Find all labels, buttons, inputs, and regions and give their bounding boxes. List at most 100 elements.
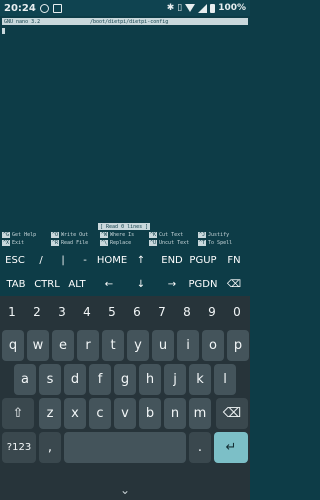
screen: 20:24 ✱ ▯ 100% GNU nano 3.2 /boot/dietpi… xyxy=(0,0,250,500)
nano-title-bar: GNU nano 3.2 /boot/dietpi/dietpi-config xyxy=(2,18,248,25)
key-k[interactable]: k xyxy=(189,364,211,395)
shortcut-where-is: ^W Where Is xyxy=(100,231,135,238)
key-1[interactable]: 1 xyxy=(1,296,23,327)
key-n[interactable]: n xyxy=(164,398,186,429)
shortcut-cut-text: ^K Cut Text xyxy=(149,231,184,238)
text-cursor xyxy=(2,28,5,34)
key-4[interactable]: 4 xyxy=(76,296,98,327)
key-p[interactable]: p xyxy=(227,330,249,361)
key-b[interactable]: b xyxy=(139,398,161,429)
period-key[interactable]: . xyxy=(189,432,211,463)
battery-icon xyxy=(210,3,216,13)
enter-key[interactable]: ↵ xyxy=(214,432,248,463)
space-bar[interactable] xyxy=(64,432,186,463)
key-w[interactable]: w xyxy=(27,330,49,361)
ctrl-key[interactable]: CTRL xyxy=(32,272,62,296)
status-bar: 20:24 ✱ ▯ 100% xyxy=(0,0,250,16)
end-key[interactable]: END xyxy=(158,248,186,272)
nano-shortcut-bar: ^G Get Help ^O Write Out ^W Where Is ^K Cut … xyxy=(2,231,248,247)
key-z[interactable]: z xyxy=(39,398,61,429)
key-t[interactable]: t xyxy=(102,330,124,361)
number-row: 1 2 3 4 5 6 7 8 9 0 xyxy=(0,296,250,328)
pgdn-key[interactable]: PGDN xyxy=(186,272,220,296)
key-h[interactable]: h xyxy=(139,364,161,395)
backspace-key[interactable]: ⌫ xyxy=(216,398,248,429)
pipe-key[interactable]: | xyxy=(52,248,74,272)
qwerty-row: q w e r t y u i o p xyxy=(0,330,250,362)
bluetooth-icon: ✱ xyxy=(166,3,175,13)
key-e[interactable]: e xyxy=(52,330,74,361)
extra-keys-row-2: TAB CTRL ALT ← ↓ → PGDN ⌫ xyxy=(0,272,250,296)
arrow-left-key[interactable]: ← xyxy=(96,272,122,296)
terminal-view[interactable]: GNU nano 3.2 /boot/dietpi/dietpi-config … xyxy=(0,16,250,248)
arrow-up-key[interactable]: ↑ xyxy=(128,248,154,272)
soft-keyboard: 1 2 3 4 5 6 7 8 9 0 q w e r t y u i o p … xyxy=(0,296,250,480)
shortcut-uncut-text: ^U Uncut Text xyxy=(149,239,190,246)
shift-icon: ⇧ xyxy=(12,406,24,421)
shortcut-to-spell: ^T To Spell xyxy=(198,239,233,246)
steam-notification-icon xyxy=(39,3,49,13)
key-m[interactable]: m xyxy=(189,398,211,429)
backspace-extra-key[interactable]: ⌫ xyxy=(220,272,248,296)
shortcut-exit: ^X Exit xyxy=(2,239,25,246)
key-o[interactable]: o xyxy=(202,330,224,361)
shortcut-get-help: ^G Get Help xyxy=(2,231,37,238)
key-d[interactable]: d xyxy=(64,364,86,395)
shift-key[interactable]: ⇧ xyxy=(2,398,34,429)
enter-icon: ↵ xyxy=(225,440,237,455)
shortcut-write-out: ^O Write Out xyxy=(51,231,89,238)
extra-keys-bar: ESC / | - HOME ↑ END PGUP FN TAB CTRL AL… xyxy=(0,248,250,296)
key-x[interactable]: x xyxy=(64,398,86,429)
fn-key[interactable]: FN xyxy=(220,248,248,272)
wifi-icon xyxy=(185,4,196,12)
signal-icon xyxy=(198,3,208,13)
pgup-key[interactable]: PGUP xyxy=(186,248,220,272)
alt-key[interactable]: ALT xyxy=(62,272,92,296)
key-j[interactable]: j xyxy=(164,364,186,395)
key-f[interactable]: f xyxy=(89,364,111,395)
key-2[interactable]: 2 xyxy=(26,296,48,327)
backspace-icon: ⌫ xyxy=(222,406,242,421)
asdf-row: a s d f g h j k l xyxy=(0,364,250,396)
tab-key[interactable]: TAB xyxy=(0,272,32,296)
battery-percent: 100% xyxy=(218,3,246,13)
dash-key[interactable]: - xyxy=(74,248,96,272)
symbols-key[interactable]: ?123 xyxy=(2,432,36,463)
slash-key[interactable]: / xyxy=(30,248,52,272)
terminal-notification-icon xyxy=(52,3,62,13)
key-9[interactable]: 9 xyxy=(201,296,223,327)
key-5[interactable]: 5 xyxy=(101,296,123,327)
vibrate-icon: ▯ xyxy=(177,3,183,13)
key-6[interactable]: 6 xyxy=(126,296,148,327)
key-v[interactable]: v xyxy=(114,398,136,429)
shortcut-justify: ^J Justify xyxy=(198,231,230,238)
key-y[interactable]: y xyxy=(127,330,149,361)
key-i[interactable]: i xyxy=(177,330,199,361)
key-8[interactable]: 8 xyxy=(176,296,198,327)
key-7[interactable]: 7 xyxy=(151,296,173,327)
key-g[interactable]: g xyxy=(114,364,136,395)
hide-keyboard-icon[interactable]: ⌄ xyxy=(120,483,130,497)
arrow-right-key[interactable]: → xyxy=(158,272,186,296)
nano-version: GNU nano 3.2 xyxy=(4,18,41,25)
key-s[interactable]: s xyxy=(39,364,61,395)
extra-keys-row-1: ESC / | - HOME ↑ END PGUP FN xyxy=(0,248,250,272)
key-q[interactable]: q xyxy=(2,330,24,361)
status-time: 20:24 xyxy=(4,2,36,14)
file-path: /boot/dietpi/dietpi-config xyxy=(90,18,169,25)
nano-status-message: [ Read 0 lines ] xyxy=(98,223,151,230)
key-3[interactable]: 3 xyxy=(51,296,73,327)
esc-key[interactable]: ESC xyxy=(0,248,30,272)
key-a[interactable]: a xyxy=(14,364,36,395)
shortcut-replace: ^\ Replace xyxy=(100,239,132,246)
key-l[interactable]: l xyxy=(214,364,236,395)
key-0[interactable]: 0 xyxy=(226,296,248,327)
arrow-down-key[interactable]: ↓ xyxy=(128,272,154,296)
home-key[interactable]: HOME xyxy=(96,248,128,272)
key-r[interactable]: r xyxy=(77,330,99,361)
comma-key[interactable]: , xyxy=(39,432,61,463)
bottom-row: ?123 , . ↵ xyxy=(0,432,250,464)
key-c[interactable]: c xyxy=(89,398,111,429)
shortcut-read-file: ^R Read File xyxy=(51,239,89,246)
key-u[interactable]: u xyxy=(152,330,174,361)
